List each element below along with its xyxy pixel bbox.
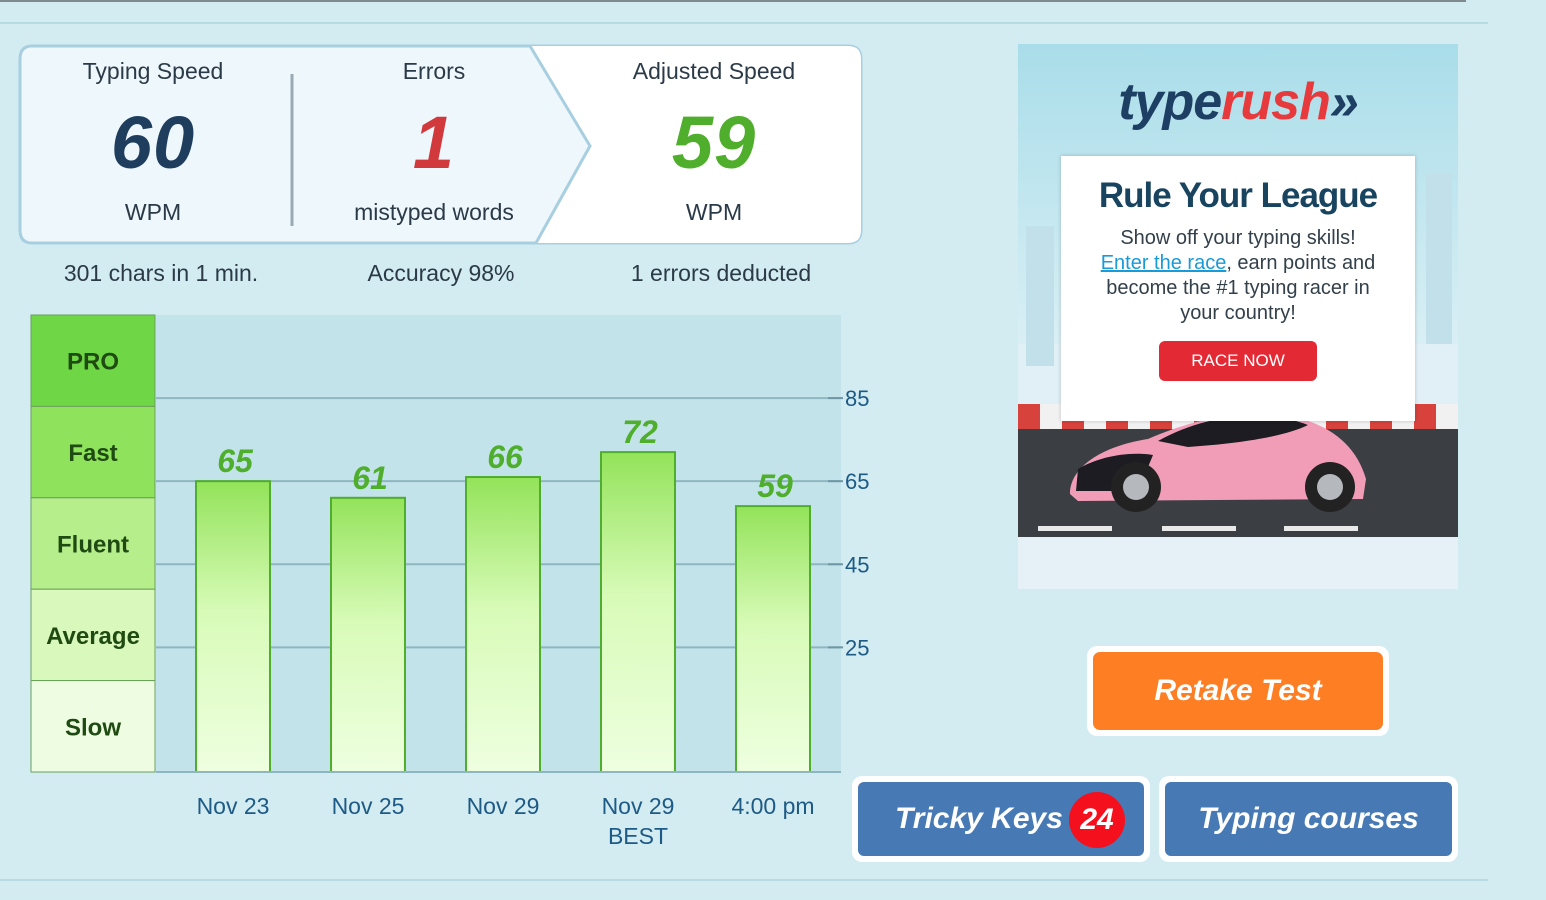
adjusted-speed-label: Adjusted Speed xyxy=(632,58,796,84)
divider-bottom xyxy=(0,879,1488,881)
typing-speed-value: 60 xyxy=(110,101,196,184)
level-label: Slow xyxy=(65,714,121,741)
bar xyxy=(735,505,811,773)
level-label: PRO xyxy=(67,349,119,376)
errors-label: Errors xyxy=(402,58,466,84)
ad-bottom xyxy=(1018,537,1458,589)
x-tick-label: Nov 23 xyxy=(197,793,270,819)
bar xyxy=(330,496,406,773)
x-tick-label: Nov 25 xyxy=(332,793,405,819)
bar-value-label: 65 xyxy=(217,443,254,479)
stats-panel: Typing Speed 60 WPM Errors 1 mistyped wo… xyxy=(18,44,863,246)
divider-top xyxy=(0,22,1488,24)
deducted-summary: 1 errors deducted xyxy=(630,260,812,286)
race-now-button[interactable]: RACE NOW xyxy=(1159,341,1317,381)
errors-unit: mistyped words xyxy=(354,199,514,225)
adjusted-speed-unit: WPM xyxy=(685,199,743,225)
enter-race-link[interactable]: Enter the race xyxy=(1101,252,1227,274)
level-label: Fast xyxy=(68,440,117,467)
y-tick-label: 45 xyxy=(845,552,869,577)
typerush-ad[interactable]: typerush» Rule Your League Show off your… xyxy=(1018,44,1458,589)
tricky-keys-label: Tricky Keys xyxy=(895,802,1063,835)
typing-speed-unit: WPM xyxy=(124,199,182,225)
bar-value-label: 72 xyxy=(622,414,658,450)
bar-value-label: 66 xyxy=(487,439,523,475)
ad-body: Show off your typing skills! Enter the r… xyxy=(1100,227,1376,324)
typing-courses-button[interactable]: Typing courses xyxy=(1165,782,1452,856)
x-tick-label: 4:00 pm xyxy=(731,793,814,819)
typerush-logo: typerush» xyxy=(1118,73,1359,131)
ad-heading: Rule Your League xyxy=(1098,176,1378,215)
ad-building xyxy=(1026,226,1054,366)
bar xyxy=(465,476,541,773)
adjusted-speed-value: 59 xyxy=(671,101,757,184)
x-tick-label: Nov 29 xyxy=(467,793,540,819)
tricky-keys-button[interactable]: Tricky Keys 24 xyxy=(858,782,1144,856)
bar xyxy=(195,480,271,773)
y-tick-label: 65 xyxy=(845,469,869,494)
bar-value-label: 59 xyxy=(757,468,793,504)
level-label: Fluent xyxy=(57,532,129,559)
retake-test-button[interactable]: Retake Test xyxy=(1093,652,1383,730)
typing-speed-label: Typing Speed xyxy=(82,58,224,84)
tricky-keys-count-badge: 24 xyxy=(1069,792,1125,848)
accuracy-summary: Accuracy 98% xyxy=(367,260,515,286)
ad-card: Rule Your League Show off your typing sk… xyxy=(1061,156,1415,421)
road-stripe xyxy=(1038,526,1112,531)
y-tick-label: 25 xyxy=(845,635,869,660)
road-stripe xyxy=(1162,526,1236,531)
x-tick-label: Nov 29 xyxy=(602,793,675,819)
bar xyxy=(600,451,676,773)
y-tick-label: 85 xyxy=(845,386,869,411)
top-border xyxy=(0,0,1466,2)
ad-building xyxy=(1426,174,1452,344)
errors-value: 1 xyxy=(412,101,456,184)
road-stripe xyxy=(1284,526,1358,531)
level-label: Average xyxy=(46,623,140,650)
best-label: BEST xyxy=(608,823,668,849)
chars-summary: 301 chars in 1 min. xyxy=(63,260,259,286)
bar-value-label: 61 xyxy=(352,460,388,496)
